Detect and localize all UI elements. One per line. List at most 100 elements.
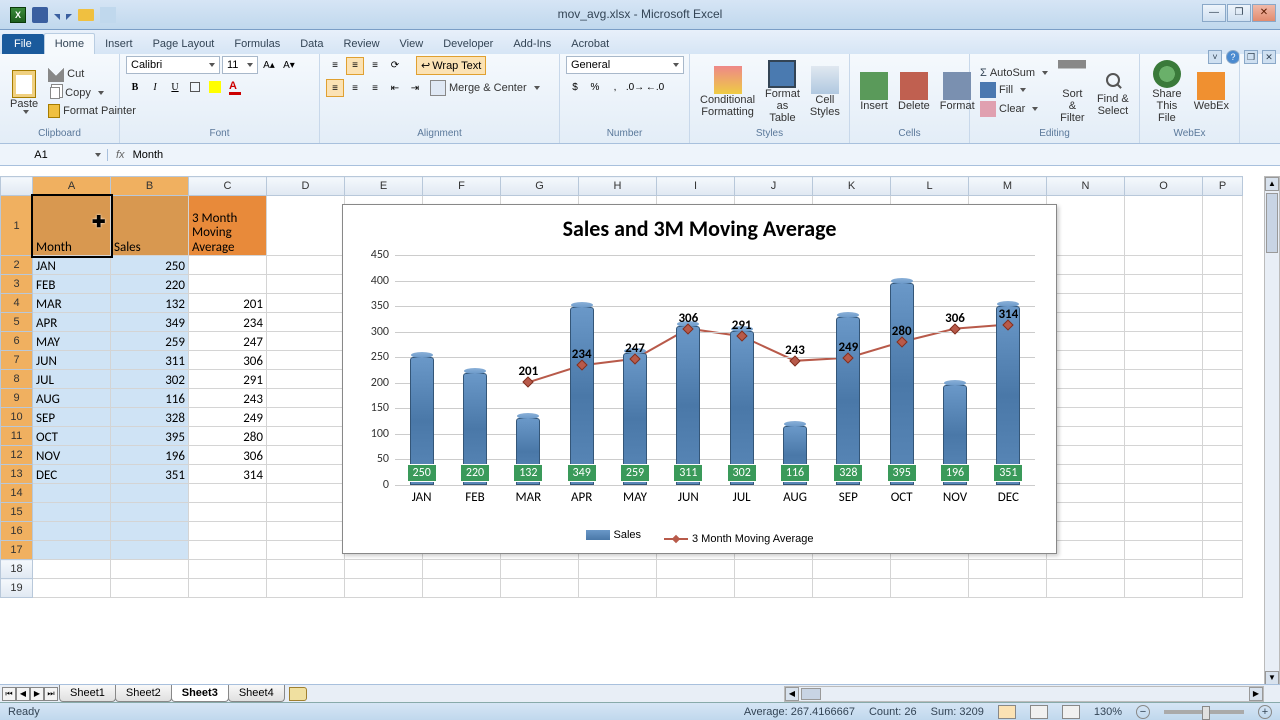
row-header-1[interactable]: 1 [1,196,33,256]
sort-filter-button[interactable]: Sort & Filter [1054,58,1091,126]
tab-acrobat[interactable]: Acrobat [561,34,619,54]
cell-D16[interactable] [267,522,345,541]
cell-A11[interactable]: OCT [33,427,111,446]
bar-JUN[interactable]: 311 [676,326,700,485]
border-button[interactable] [186,78,204,96]
align-middle-icon[interactable]: ≡ [346,57,364,75]
tab-insert[interactable]: Insert [95,34,143,54]
cell-A19[interactable] [33,579,111,598]
cell-B5[interactable]: 349 [111,313,189,332]
page-layout-view-icon[interactable] [1030,705,1048,719]
cell-P10[interactable] [1203,408,1243,427]
cell-D5[interactable] [267,313,345,332]
cell-D8[interactable] [267,370,345,389]
bar-MAR[interactable]: 132 [516,418,540,485]
first-sheet-icon[interactable]: ⏮ [2,687,16,701]
cell-O2[interactable] [1125,256,1203,275]
row-header-3[interactable]: 3 [1,275,33,294]
font-size-select[interactable]: 11 [222,56,258,74]
accounting-format-icon[interactable]: $ [566,78,584,96]
cell-A13[interactable]: DEC [33,465,111,484]
cell-M18[interactable] [969,560,1047,579]
cell-C3[interactable] [189,275,267,294]
cell-A8[interactable]: JUL [33,370,111,389]
col-header-E[interactable]: E [345,177,423,196]
italic-button[interactable]: I [146,78,164,96]
cell-P8[interactable] [1203,370,1243,389]
col-header-B[interactable]: B [111,177,189,196]
zoom-out-icon[interactable]: − [1136,705,1150,719]
cell-A3[interactable]: FEB [33,275,111,294]
bar-OCT[interactable]: 395 [890,283,914,485]
cell-C10[interactable]: 249 [189,408,267,427]
cell-A18[interactable] [33,560,111,579]
underline-button[interactable]: U [166,78,184,96]
cell-P15[interactable] [1203,503,1243,522]
col-header-L[interactable]: L [891,177,969,196]
tab-file[interactable]: File [2,34,44,54]
bar-FEB[interactable]: 220 [463,373,487,485]
cell-N18[interactable] [1047,560,1125,579]
row-header-12[interactable]: 12 [1,446,33,465]
bar-JUL[interactable]: 302 [730,331,754,485]
cell-F18[interactable] [423,560,501,579]
cell-I19[interactable] [657,579,735,598]
cell-N14[interactable] [1047,484,1125,503]
row-header-18[interactable]: 18 [1,560,33,579]
minimize-button[interactable]: — [1202,4,1226,22]
col-header-C[interactable]: C [189,177,267,196]
cell-N16[interactable] [1047,522,1125,541]
cell-B2[interactable]: 250 [111,256,189,275]
cell-O6[interactable] [1125,332,1203,351]
row-header-17[interactable]: 17 [1,541,33,560]
align-top-icon[interactable]: ≡ [326,57,344,75]
row-header-14[interactable]: 14 [1,484,33,503]
cell-P13[interactable] [1203,465,1243,484]
cell-B8[interactable]: 302 [111,370,189,389]
row-header-7[interactable]: 7 [1,351,33,370]
cell-D1[interactable] [267,196,345,256]
tab-developer[interactable]: Developer [433,34,503,54]
cell-D4[interactable] [267,294,345,313]
cell-D17[interactable] [267,541,345,560]
vertical-scrollbar[interactable]: ▲ ▼ [1264,176,1280,686]
merge-center-button[interactable]: Merge & Center [426,79,544,97]
cell-D3[interactable] [267,275,345,294]
excel-icon[interactable]: X [10,7,26,23]
cell-J19[interactable] [735,579,813,598]
cell-N11[interactable] [1047,427,1125,446]
col-header-D[interactable]: D [267,177,345,196]
name-box[interactable] [0,149,108,161]
cell-D13[interactable] [267,465,345,484]
cell-D6[interactable] [267,332,345,351]
cell-P7[interactable] [1203,351,1243,370]
cell-A5[interactable]: APR [33,313,111,332]
cell-H19[interactable] [579,579,657,598]
qat-more-icon[interactable] [100,7,116,23]
cell-B10[interactable]: 328 [111,408,189,427]
cell-O16[interactable] [1125,522,1203,541]
cell-B19[interactable] [111,579,189,598]
font-color-button[interactable]: A [226,78,244,96]
cell-C18[interactable] [189,560,267,579]
cell-O18[interactable] [1125,560,1203,579]
cell-C17[interactable] [189,541,267,560]
cell-D19[interactable] [267,579,345,598]
align-right-icon[interactable]: ≡ [366,79,384,97]
cell-D10[interactable] [267,408,345,427]
scroll-left-icon[interactable]: ◀ [785,687,799,701]
col-header-J[interactable]: J [735,177,813,196]
cell-J18[interactable] [735,560,813,579]
cell-C7[interactable]: 306 [189,351,267,370]
row-header-6[interactable]: 6 [1,332,33,351]
cell-E18[interactable] [345,560,423,579]
cell-C2[interactable] [189,256,267,275]
cell-B17[interactable] [111,541,189,560]
cell-A7[interactable]: JUN [33,351,111,370]
tab-formulas[interactable]: Formulas [224,34,290,54]
cell-A17[interactable] [33,541,111,560]
chart[interactable]: Sales and 3M Moving Average 050100150200… [342,204,1057,554]
cell-D11[interactable] [267,427,345,446]
open-icon[interactable] [78,9,94,21]
cell-B6[interactable]: 259 [111,332,189,351]
